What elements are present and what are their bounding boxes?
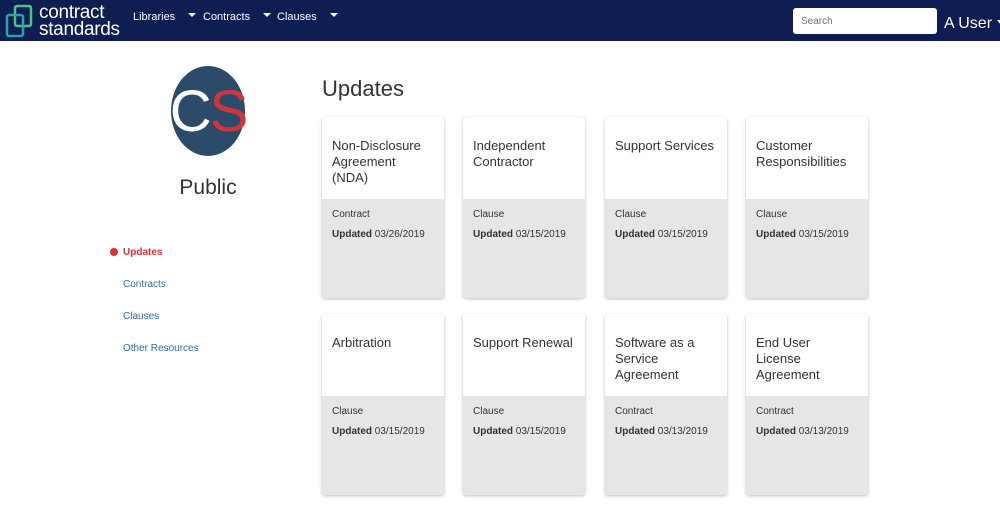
card-header: Independent Contractor <box>463 117 585 199</box>
card-title[interactable]: Customer Responsibilities <box>756 138 846 169</box>
card-title[interactable]: Software as a Service Agreement <box>615 335 695 382</box>
updated-label: Updated <box>332 426 372 437</box>
nav-contracts[interactable]: Contracts <box>203 11 272 23</box>
card-type: Contract <box>332 209 370 220</box>
card-header: Non-Disclosure Agreement (NDA) <box>322 117 444 199</box>
updated-label: Updated <box>473 426 513 437</box>
updated-label: Updated <box>756 229 796 240</box>
card-type: Contract <box>756 406 794 417</box>
active-dot-icon <box>110 248 118 256</box>
updated-date: 03/15/2019 <box>657 229 708 240</box>
card-updated: Updated 03/15/2019 <box>473 426 575 437</box>
user-menu[interactable]: A User <box>944 15 1000 33</box>
card-updated: Updated 03/13/2019 <box>615 426 717 437</box>
card-body: Clause Updated 03/15/2019 <box>463 199 585 250</box>
update-card[interactable]: Support Renewal Clause Updated 03/15/2019 <box>463 314 585 495</box>
card-type: Contract <box>615 406 653 417</box>
updated-label: Updated <box>332 229 372 240</box>
updated-label: Updated <box>615 229 655 240</box>
user-name: A User <box>944 15 993 32</box>
card-type: Clause <box>332 406 364 417</box>
card-header: Support Renewal <box>463 314 585 396</box>
caret-down-icon <box>188 13 197 17</box>
logo-icon <box>4 3 34 39</box>
card-header: Customer Responsibilities <box>746 117 868 199</box>
page-title: Updates <box>322 76 404 101</box>
avatar-letter-s: S <box>209 78 249 144</box>
update-card[interactable]: Customer Responsibilities Clause Updated 0… <box>746 117 868 298</box>
updated-date: 03/15/2019 <box>798 229 849 240</box>
brand-line2: standards <box>39 18 120 40</box>
card-title[interactable]: Support Renewal <box>473 335 573 350</box>
updated-label: Updated <box>756 426 796 437</box>
search-input[interactable] <box>793 8 937 34</box>
brand-line1: contract <box>39 1 105 23</box>
updated-date: 03/15/2019 <box>374 426 425 437</box>
card-updated: Updated 03/15/2019 <box>615 229 717 240</box>
caret-down-icon <box>329 13 338 17</box>
card-updated: Updated 03/15/2019 <box>756 229 858 240</box>
card-type: Clause <box>473 209 505 220</box>
card-body: Contract Updated 03/13/2019 <box>746 396 868 447</box>
updated-label: Updated <box>473 229 513 240</box>
update-card[interactable]: Arbitration Clause Updated 03/15/2019 <box>322 314 444 495</box>
sidebar-item-other-resources[interactable]: Other Resources <box>110 332 199 364</box>
nav-libraries[interactable]: Libraries <box>133 11 197 23</box>
updated-date: 03/15/2019 <box>515 229 566 240</box>
brand-name: contract standards <box>39 1 120 40</box>
update-card[interactable]: End User License Agreement Contract Update… <box>746 314 868 495</box>
nav-libraries-label: Libraries <box>133 11 176 23</box>
card-type: Clause <box>615 209 647 220</box>
card-type: Clause <box>473 406 505 417</box>
card-updated: Updated 03/15/2019 <box>332 426 434 437</box>
card-updated: Updated 03/13/2019 <box>756 426 858 437</box>
library-name: Public <box>179 176 237 199</box>
card-body: Clause Updated 03/15/2019 <box>322 396 444 447</box>
update-card[interactable]: Software as a Service Agreement Contract U… <box>605 314 727 495</box>
card-title[interactable]: Support Services <box>615 138 714 153</box>
sidebar-item-contracts[interactable]: Contracts <box>110 268 199 300</box>
card-body: Clause Updated 03/15/2019 <box>605 199 727 250</box>
card-header: Support Services <box>605 117 727 199</box>
card-body: Contract Updated 03/26/2019 <box>322 199 444 250</box>
top-navbar: contract standards Libraries Contracts C… <box>0 0 1000 41</box>
card-title[interactable]: End User License Agreement <box>756 335 820 382</box>
card-updated: Updated 03/26/2019 <box>332 229 434 240</box>
nav-contracts-label: Contracts <box>203 11 251 23</box>
card-body: Contract Updated 03/13/2019 <box>605 396 727 447</box>
brand-logo[interactable]: contract standards <box>4 0 120 41</box>
nav-clauses-label: Clauses <box>277 11 317 23</box>
card-header: End User License Agreement <box>746 314 868 396</box>
avatar-letter-c: C <box>169 78 212 144</box>
card-updated: Updated 03/15/2019 <box>473 229 575 240</box>
card-body: Clause Updated 03/15/2019 <box>463 396 585 447</box>
card-title[interactable]: Non-Disclosure Agreement (NDA) <box>332 138 421 185</box>
card-body: Clause Updated 03/15/2019 <box>746 199 868 250</box>
update-card[interactable]: Non-Disclosure Agreement (NDA) Contract Up… <box>322 117 444 298</box>
update-card[interactable]: Independent Contractor Clause Updated 03/1… <box>463 117 585 298</box>
updated-date: 03/13/2019 <box>657 426 708 437</box>
sidebar-item-label: Updates <box>123 246 163 258</box>
updated-date: 03/26/2019 <box>374 229 425 240</box>
card-header: Arbitration <box>322 314 444 396</box>
nav-clauses[interactable]: Clauses <box>277 11 338 23</box>
sidebar-item-label: Contracts <box>123 278 166 290</box>
sidebar-nav: Updates Contracts Clauses Other Resource… <box>110 236 199 364</box>
card-title[interactable]: Independent Contractor <box>473 138 545 169</box>
caret-down-icon <box>263 13 272 17</box>
sidebar-item-updates[interactable]: Updates <box>110 236 199 268</box>
card-type: Clause <box>756 209 788 220</box>
sidebar-item-label: Clauses <box>123 310 160 322</box>
sidebar-item-clauses[interactable]: Clauses <box>110 300 199 332</box>
updated-label: Updated <box>615 426 655 437</box>
card-title[interactable]: Arbitration <box>332 335 391 350</box>
sidebar-item-label: Other Resources <box>123 342 199 354</box>
updated-date: 03/13/2019 <box>798 426 849 437</box>
updated-date: 03/15/2019 <box>515 426 566 437</box>
card-header: Software as a Service Agreement <box>605 314 727 396</box>
update-card[interactable]: Support Services Clause Updated 03/15/2019 <box>605 117 727 298</box>
library-avatar: CS <box>169 66 249 156</box>
